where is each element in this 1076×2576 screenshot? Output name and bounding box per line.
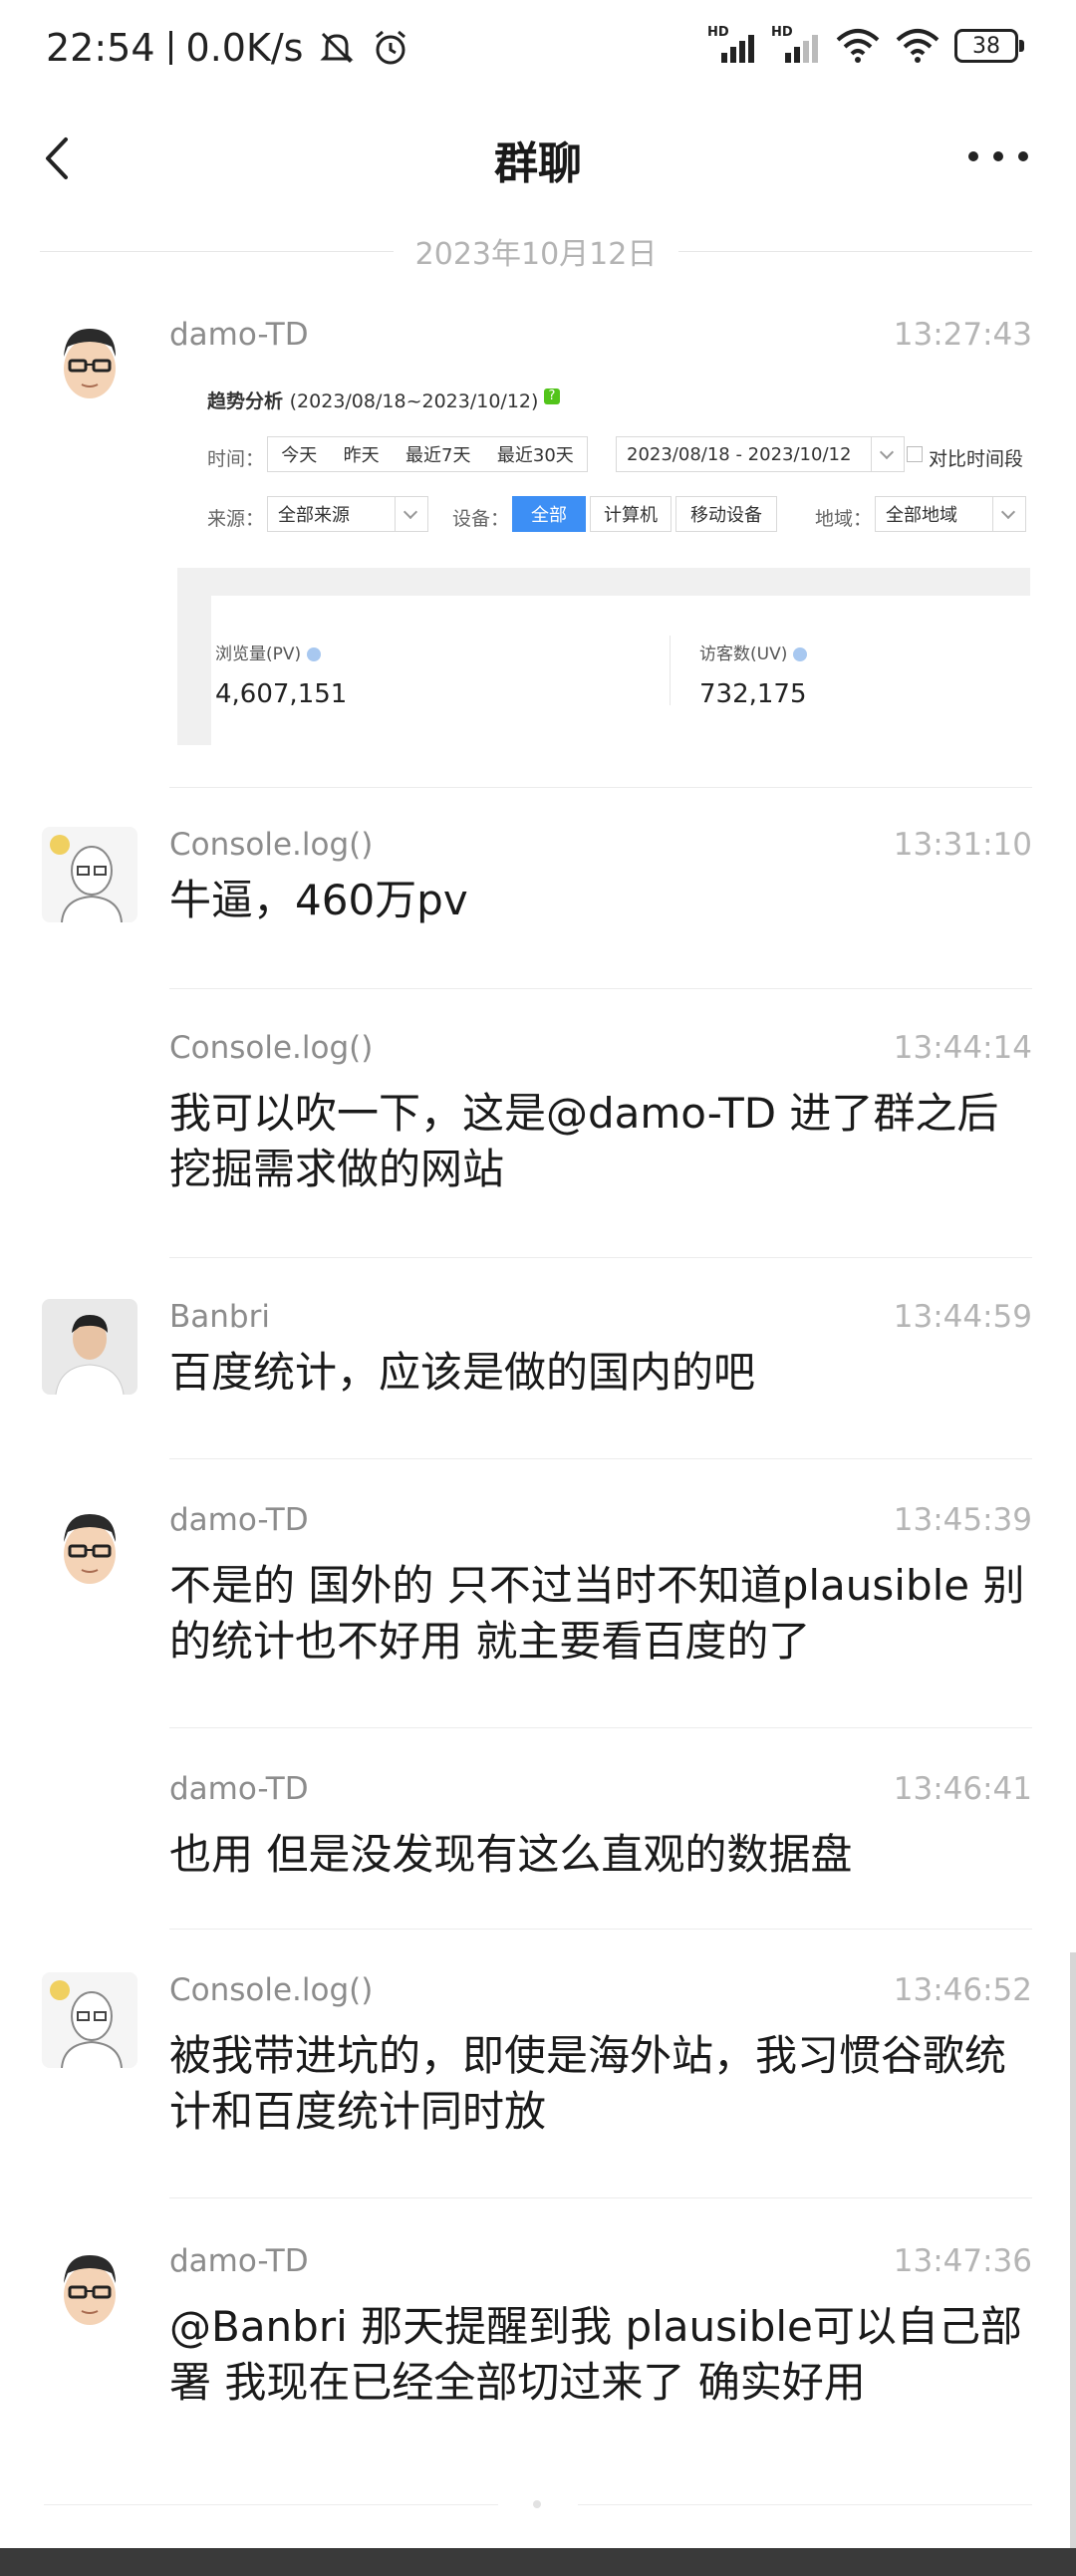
time-label: 时间：: [207, 448, 265, 470]
trend-panel: 趋势分析 (2023/08/18~2023/10/12) ? 时间： 今天 昨天…: [177, 371, 1030, 572]
message-text: 被我带进坑的，即使是海外站，我习惯谷歌统计和百度统计同时放: [169, 2031, 1007, 2136]
nav-bar: 群聊: [0, 120, 1076, 199]
device-label: 设备：: [452, 508, 510, 530]
message-time: 13:46:41: [893, 1771, 1032, 1807]
message-time: 13:31:10: [893, 827, 1032, 863]
message-divider: [169, 1257, 1032, 1258]
compare-label: 对比时间段: [929, 448, 1024, 470]
avatar-bald-man[interactable]: [42, 827, 137, 922]
message-divider: [169, 1458, 1032, 1459]
message-divider: [169, 1929, 1032, 1930]
region-select[interactable]: 全部地域: [875, 496, 1026, 532]
status-net-speed: 0.0K/s: [185, 26, 304, 70]
status-right: HD HD 38: [707, 25, 1024, 64]
message-time: 13:44:14: [893, 1030, 1032, 1066]
bottom-bar: [0, 2548, 1076, 2576]
message-time: 13:45:39: [893, 1502, 1032, 1538]
message-time: 13:44:59: [893, 1299, 1032, 1335]
metrics-area: 浏览量(PV) 4,607,151 访客数(UV) 732,175: [177, 568, 1030, 745]
region-label: 地域：: [815, 508, 873, 530]
uv-label: 访客数(UV): [699, 640, 807, 664]
scrollbar[interactable]: [1070, 1952, 1076, 2576]
time-tabs: 今天 昨天 最近7天 最近30天: [267, 436, 588, 472]
tab-today[interactable]: 今天: [281, 441, 317, 467]
status-separator: [168, 31, 172, 65]
status-time: 22:54: [46, 26, 155, 70]
compare-checkbox[interactable]: [907, 446, 923, 462]
message-divider: [578, 2504, 1032, 2505]
tab-yesterday[interactable]: 昨天: [344, 441, 380, 467]
message-divider: [169, 787, 1032, 788]
status-bar: 22:54 0.0K/s HD HD 38: [0, 0, 1076, 100]
message-divider: [169, 2197, 1032, 2198]
message-text: 不是的 国外的 只不过当时不知道plausible 别的统计也不好用 就主要看百…: [169, 1561, 1025, 1666]
avatar-glasses-man[interactable]: [42, 2243, 137, 2339]
message-text: 百度统计，应该是做的国内的吧: [169, 1348, 756, 1397]
message-text: 我可以吹一下，这是@damo-TD 进了群之后挖掘需求做的网站: [169, 1089, 999, 1193]
wifi-icon: [836, 29, 880, 63]
message-text: 牛逼，460万pv: [169, 876, 468, 924]
message-time: 13:47:36: [893, 2243, 1032, 2279]
message-time: 13:27:43: [893, 317, 1032, 353]
metrics-card: 浏览量(PV) 4,607,151 访客数(UV) 732,175: [211, 596, 1030, 745]
sender-name: Console.log(): [169, 827, 374, 863]
avatar-photo-man[interactable]: [42, 1299, 137, 1395]
sender-name: damo-TD: [169, 1502, 309, 1538]
status-left: 22:54 0.0K/s: [46, 26, 410, 70]
source-select[interactable]: 全部来源: [267, 496, 428, 532]
metric-divider: [670, 636, 671, 705]
help-icon: ?: [544, 388, 560, 404]
date-label: 2023年10月12日: [414, 237, 658, 272]
tab-last-30-days[interactable]: 最近30天: [497, 441, 574, 467]
sender-name: damo-TD: [169, 317, 309, 353]
avatar-glasses-man[interactable]: [42, 1502, 137, 1598]
sender-name: damo-TD: [169, 2243, 309, 2279]
load-more-dot: [533, 2500, 541, 2508]
message-text: @Banbri 那天提醒到我 plausible可以自己部署 我现在已经全部切过…: [169, 2302, 1022, 2407]
pv-label: 浏览量(PV): [215, 640, 321, 664]
tab-last-7-days[interactable]: 最近7天: [405, 441, 470, 467]
mute-bell-icon: [320, 32, 355, 64]
message-time: 13:46:52: [893, 1972, 1032, 2008]
page-title: 群聊: [494, 138, 582, 189]
sender-name: Banbri: [169, 1299, 270, 1335]
signal-icon: HD: [707, 25, 757, 63]
message-text: 也用 但是没发现有这么直观的数据盘: [169, 1830, 853, 1879]
signal-icon: HD: [771, 25, 821, 63]
alarm-icon: [376, 30, 406, 65]
message-divider: [169, 1727, 1032, 1728]
shared-image[interactable]: 趋势分析 (2023/08/18~2023/10/12) ? 时间： 今天 昨天…: [177, 371, 1030, 745]
battery-icon: 38: [954, 29, 1024, 63]
uv-value: 732,175: [699, 679, 807, 709]
sender-name: Console.log(): [169, 1972, 374, 2008]
sender-name: damo-TD: [169, 1771, 309, 1807]
wifi-icon: [896, 29, 940, 63]
trend-title: 趋势分析 (2023/08/18~2023/10/12): [207, 390, 539, 412]
more-options-icon[interactable]: [968, 141, 1028, 171]
sender-name: Console.log(): [169, 1030, 374, 1066]
pv-value: 4,607,151: [215, 679, 348, 709]
source-label: 来源：: [207, 508, 265, 530]
date-range-picker[interactable]: 2023/08/18 - 2023/10/12: [616, 436, 905, 472]
date-separator: 2023年10月12日: [40, 231, 1033, 272]
device-tab-all[interactable]: 全部: [512, 496, 586, 532]
message-divider: [169, 988, 1032, 989]
avatar-glasses-man[interactable]: [42, 317, 137, 412]
avatar-bald-man[interactable]: [42, 1972, 137, 2068]
message-divider: [44, 2504, 498, 2505]
device-tab-mobile[interactable]: 移动设备: [675, 496, 777, 532]
device-tab-computer[interactable]: 计算机: [590, 496, 672, 532]
